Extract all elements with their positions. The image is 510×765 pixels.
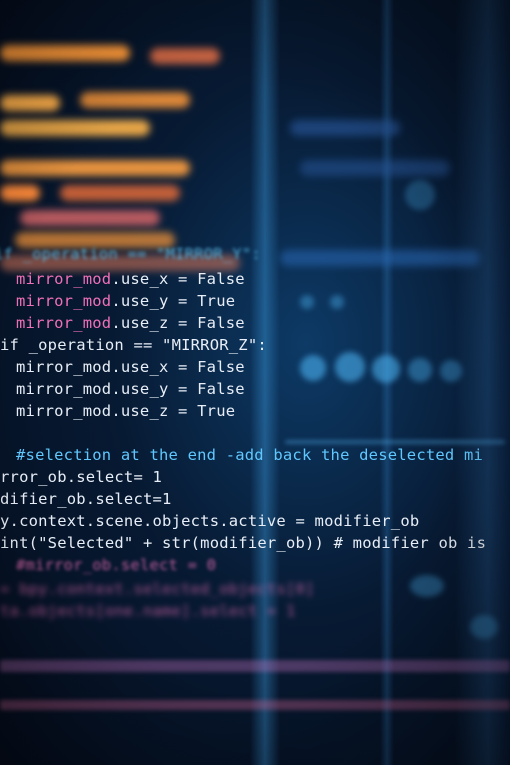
code-line: mirror_mod.use_x = False [16, 270, 245, 288]
code-text: rror_ob.select= 1 [0, 468, 163, 486]
blurred-code-line [290, 120, 400, 136]
code-line: mirror_mod.use_y = True [16, 292, 235, 310]
blurred-code-line [150, 48, 220, 64]
code-object: mirror_mod [16, 292, 112, 310]
blurred-code-line [20, 210, 160, 226]
glow-bar [0, 660, 510, 672]
code-value: True [197, 402, 236, 420]
bokeh-light [330, 295, 344, 309]
code-line: rror_ob.select= 1 [0, 468, 162, 486]
code-text: .use_z = [111, 402, 198, 420]
code-line: #selection at the end -add back the dese… [16, 446, 483, 464]
code-text: ta.objects[one.name].select = 1 [0, 602, 296, 620]
code-value: False [197, 358, 245, 376]
code-line: = bpy.context.selected_objects[0] [0, 580, 315, 598]
code-text: if _operation == "MIRROR_Z": [0, 336, 267, 354]
light-beam [250, 0, 280, 765]
code-text: .use_z = [111, 314, 198, 332]
code-text: .use_x = [111, 358, 198, 376]
code-comment: #mirror_ob.select = 0 [16, 556, 217, 574]
glow-bar [0, 700, 510, 710]
code-line: mirror_mod.use_y = False [16, 380, 245, 398]
code-text: y.context.scene.objects.active = modifie… [0, 512, 420, 530]
code-line: y.context.scene.objects.active = modifie… [0, 512, 419, 530]
bokeh-light [405, 180, 435, 210]
bokeh-light [410, 575, 444, 597]
bokeh-light [408, 358, 432, 382]
code-line: mirror_mod.use_x = False [16, 358, 245, 376]
code-object: mirror_mod [16, 270, 112, 288]
code-value: False [197, 314, 245, 332]
blurred-code-line [300, 160, 450, 176]
code-value: True [197, 292, 236, 310]
bokeh-light [335, 352, 365, 382]
blurred-code-line [80, 92, 190, 108]
code-text: .use_y = [111, 380, 198, 398]
light-beam [455, 0, 510, 765]
code-line: if _operation == "MIRROR_Y": [0, 245, 261, 263]
code-text: if _operation == "MIRROR_Y": [0, 245, 261, 263]
code-line: ta.objects[one.name].select = 1 [0, 602, 296, 620]
code-text: .use_y = [111, 292, 198, 310]
code-line: if _operation == "MIRROR_Z": [0, 336, 267, 354]
blurred-code-line [280, 250, 480, 266]
code-object: mirror_mod [16, 358, 112, 376]
code-value: False [197, 270, 245, 288]
code-line: difier_ob.select=1 [0, 490, 172, 508]
code-line: #mirror_ob.select = 0 [16, 556, 216, 574]
blurred-code-line [0, 120, 150, 136]
code-line: mirror_mod.use_z = True [16, 402, 235, 420]
code-line: mirror_mod.use_z = False [16, 314, 245, 332]
bokeh-light [300, 355, 326, 381]
code-text: int("Selected" + str(modifier_ob)) # mod… [0, 534, 487, 552]
blurred-code-line [60, 185, 180, 201]
code-text: .use_x = [111, 270, 198, 288]
blurred-code-line [0, 160, 190, 176]
code-line: int("Selected" + str(modifier_ob)) # mod… [0, 534, 486, 552]
blurred-code-line [0, 45, 130, 61]
bokeh-light [372, 355, 400, 383]
code-comment: #selection at the end -add back the dese… [16, 446, 484, 464]
code-object: mirror_mod [16, 314, 112, 332]
code-text: difier_ob.select=1 [0, 490, 172, 508]
code-text: = bpy.context.selected_objects[0] [0, 580, 315, 598]
blurred-code-line [0, 185, 40, 201]
code-photo-scene: if _operation == "MIRROR_Y": mirror_mod.… [0, 0, 510, 765]
bokeh-light [300, 295, 314, 309]
code-object: mirror_mod [16, 402, 112, 420]
blurred-code-line [0, 95, 60, 111]
bokeh-light [470, 615, 498, 639]
code-object: mirror_mod [16, 380, 112, 398]
bokeh-light [440, 360, 462, 382]
glow-bar [285, 440, 505, 444]
code-value: False [197, 380, 245, 398]
